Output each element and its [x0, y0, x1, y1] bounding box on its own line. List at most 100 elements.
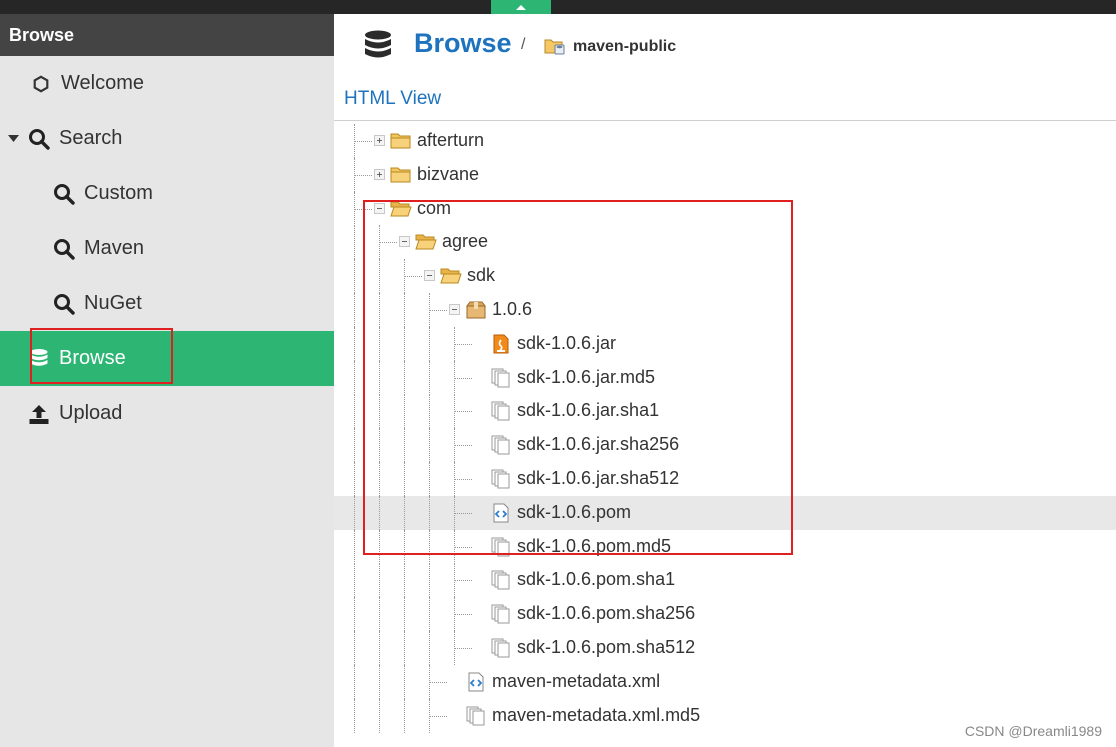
tree-guide-line — [429, 631, 430, 665]
tree-guide-line — [404, 428, 405, 463]
tree-connector — [454, 377, 472, 379]
caret-up-icon — [516, 5, 526, 10]
tree-node-label[interactable]: sdk-1.0.6.pom.sha1 — [517, 569, 675, 590]
tree-connector — [454, 648, 472, 649]
tree-node[interactable]: maven-metadata.xml — [334, 664, 1116, 699]
tree-node-label[interactable]: sdk-1.0.6.jar.sha1 — [517, 400, 659, 421]
collapse-toggle-icon[interactable] — [424, 270, 435, 282]
tree-node[interactable]: sdk-1.0.6.pom.sha512 — [334, 631, 1116, 665]
jar-icon — [490, 334, 512, 354]
tree-connector — [379, 242, 397, 244]
tree-connector — [429, 681, 447, 683]
tree-node[interactable]: sdk-1.0.6.jar — [334, 326, 1116, 361]
search-icon — [53, 293, 75, 315]
tree-guide-line — [379, 428, 380, 463]
tree-node[interactable]: sdk-1.0.6.jar.sha256 — [334, 428, 1116, 463]
sidebar-item-nuget[interactable]: NuGet — [0, 276, 334, 331]
sidebar-item-welcome[interactable]: Welcome — [0, 56, 334, 111]
tree-node-label[interactable]: sdk — [467, 265, 495, 286]
tree-node-label[interactable]: sdk-1.0.6.pom.sha256 — [517, 603, 695, 624]
search-icon — [28, 128, 50, 150]
breadcrumb-repository[interactable]: maven-public — [573, 38, 676, 56]
sidebar-item-custom[interactable]: Custom — [0, 166, 334, 221]
tree-node[interactable]: sdk-1.0.6.jar.sha1 — [334, 394, 1116, 429]
tree-node[interactable]: sdk-1.0.6.pom.sha1 — [334, 563, 1116, 598]
tree-node[interactable]: sdk-1.0.6.jar.md5 — [334, 360, 1116, 395]
tree-guide-line — [379, 631, 380, 665]
sidebar-item-maven[interactable]: Maven — [0, 221, 334, 276]
caret-down-icon[interactable] — [8, 134, 19, 143]
file-icon — [490, 537, 512, 557]
tree-node-label[interactable]: com — [417, 198, 451, 219]
file-icon — [490, 368, 512, 388]
collapse-toggle-icon[interactable] — [399, 236, 410, 248]
tree-guide-line — [379, 495, 380, 530]
tree-guide-line — [354, 495, 355, 530]
tree-guide-line — [354, 597, 355, 632]
tree-node[interactable]: com — [334, 191, 1116, 226]
tree-node-label[interactable]: sdk-1.0.6.pom — [517, 502, 631, 523]
tree-node[interactable]: 1.0.6 — [334, 293, 1116, 327]
tree-node[interactable]: sdk-1.0.6.pom.sha256 — [334, 597, 1116, 632]
tree-node-label[interactable]: 1.0.6 — [492, 299, 532, 320]
sidebar-item-label: Upload — [59, 402, 123, 424]
tree-node[interactable]: bizvane — [334, 157, 1116, 192]
tree-node-label[interactable]: maven-metadata.xml.md5 — [492, 705, 700, 726]
tree-guide-line — [404, 698, 405, 733]
collapse-toggle-icon[interactable] — [449, 304, 460, 315]
tree-node[interactable]: agree — [334, 225, 1116, 260]
tree-connector — [454, 614, 472, 616]
tree-guide-line — [404, 326, 405, 361]
tree-node-label[interactable]: maven-metadata.xml — [492, 671, 660, 692]
package-icon — [465, 300, 487, 320]
tree-guide-line — [354, 259, 355, 294]
sidebar-item-upload[interactable]: Upload — [0, 386, 334, 441]
tree-node-label[interactable]: sdk-1.0.6.jar — [517, 333, 616, 354]
tree-node-label[interactable]: sdk-1.0.6.pom.sha512 — [517, 637, 695, 658]
sidebar-item-label: Search — [59, 127, 123, 149]
tree-guide-line — [404, 631, 405, 665]
tree-guide-line — [429, 428, 430, 463]
tree-connector — [454, 445, 472, 447]
sidebar-item-browse[interactable]: Browse — [0, 331, 334, 386]
search-icon — [53, 238, 75, 260]
tree-connector — [429, 715, 447, 717]
expand-toggle-icon[interactable] — [374, 135, 385, 146]
tree-guide-line — [354, 698, 355, 733]
tree-guide-line — [404, 529, 405, 564]
tree-node-label[interactable]: afterturn — [417, 130, 484, 151]
tree-node-label[interactable]: sdk-1.0.6.pom.md5 — [517, 536, 671, 557]
tree-guide-line — [354, 428, 355, 463]
tree-guide-line — [379, 529, 380, 564]
sidebar-item-label: NuGet — [84, 292, 142, 314]
tree-guide-line — [379, 259, 380, 294]
tree-node[interactable]: sdk-1.0.6.pom.md5 — [334, 529, 1116, 564]
tree-node-label[interactable]: bizvane — [417, 164, 479, 185]
expand-toggle-icon[interactable] — [374, 168, 385, 180]
tree-node-label[interactable]: sdk-1.0.6.jar.sha512 — [517, 468, 679, 489]
repository-folder-icon — [544, 36, 566, 61]
folder-icon — [390, 131, 412, 151]
html-view-link[interactable]: HTML View — [344, 88, 441, 110]
sidebar-header: Browse — [0, 14, 334, 56]
tree-node[interactable]: afterturn — [334, 124, 1116, 158]
tree-guide-line — [354, 664, 355, 699]
tree-node-label[interactable]: sdk-1.0.6.jar.sha256 — [517, 434, 679, 455]
database-icon — [364, 30, 392, 67]
folder-open-icon — [390, 199, 412, 219]
sidebar-item-search[interactable]: Search — [0, 111, 334, 166]
tree-node-label[interactable]: agree — [442, 231, 488, 252]
collapse-toggle-icon[interactable] — [374, 202, 385, 214]
tree-guide-line — [354, 529, 355, 564]
tree-guide-line — [354, 394, 355, 429]
database-icon — [28, 348, 50, 370]
tree-node[interactable]: sdk-1.0.6.jar.sha512 — [334, 462, 1116, 496]
upload-icon — [28, 403, 50, 425]
folder-open-icon — [440, 266, 462, 286]
tree-node-label[interactable]: sdk-1.0.6.jar.md5 — [517, 367, 655, 388]
tree-node[interactable]: sdk-1.0.6.pom — [334, 495, 1116, 530]
tree-guide-line — [379, 360, 380, 395]
tree-guide-line — [429, 597, 430, 632]
tree-node[interactable]: sdk — [334, 259, 1116, 294]
tree-guide-line — [379, 462, 380, 496]
